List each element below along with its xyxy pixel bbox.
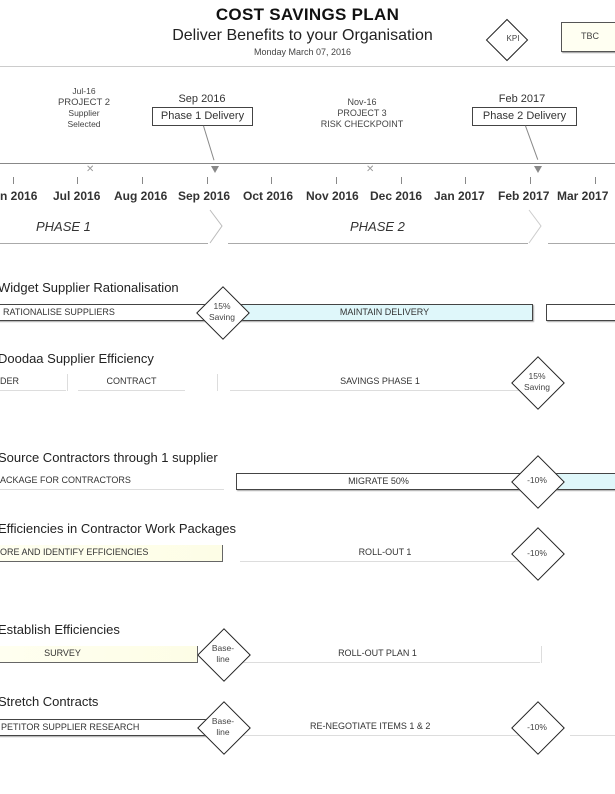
- axis-tick: [530, 177, 531, 184]
- page-title: COST SAVINGS PLAN: [215, 5, 400, 24]
- milestone-line: PROJECT 3: [337, 108, 387, 118]
- phase-1-line: [0, 243, 208, 244]
- milestone-date: Nov-16: [347, 97, 377, 107]
- month-label: Mar 2017: [557, 189, 609, 203]
- task-bar[interactable]: DER: [0, 374, 66, 391]
- kpi-caption: Saving: [524, 382, 550, 392]
- phase2-delivery-date: Feb 2017: [498, 93, 546, 105]
- phase-2-chevron-icon: [528, 209, 542, 244]
- month-label: Jun 2016: [0, 189, 38, 203]
- task-bar[interactable]: RATIONALISE SUPPLIERS: [0, 304, 210, 321]
- task-bar[interactable]: MIGRATE 50%: [236, 473, 521, 490]
- task-bar[interactable]: ORE AND IDENTIFY EFFICIENCIES: [0, 545, 223, 562]
- month-label: Nov 2016: [306, 189, 359, 203]
- month-label: Jul 2016: [53, 189, 101, 203]
- phase-1-chevron-icon: [209, 209, 223, 244]
- milestone-line: PROJECT 2: [57, 97, 111, 108]
- axis-tick: [207, 177, 208, 184]
- row-title: Source Contractors through 1 supplier: [0, 450, 218, 465]
- phase1-delivery-date: Sep 2016: [178, 93, 226, 105]
- bar-separator: [541, 646, 542, 663]
- kpi-value: -10%: [527, 548, 547, 558]
- axis-tick: [465, 177, 466, 184]
- row-title: Widget Supplier Rationalisation: [0, 280, 179, 295]
- phase1-delivery-callout[interactable]: Phase 1 Delivery: [152, 107, 253, 126]
- row-title: Efficiencies in Contractor Work Packages: [0, 521, 236, 536]
- row-title: Doodaa Supplier Efficiency: [0, 351, 154, 366]
- task-bar[interactable]: SAVINGS PHASE 1: [230, 374, 530, 391]
- kpi-caption: line: [216, 727, 230, 737]
- milestone-project2[interactable]: Jul-16 PROJECT 2 Supplier Selected: [54, 86, 114, 130]
- tbc-legend-label: TBC: [581, 31, 599, 41]
- month-label: Aug 2016: [114, 189, 168, 203]
- row-title: Stretch Contracts: [0, 694, 99, 709]
- task-bar-continuation: [570, 719, 615, 736]
- phase2-delivery-callout[interactable]: Phase 2 Delivery: [472, 107, 577, 126]
- timeline-axis: [0, 163, 615, 164]
- kpi-caption: line: [216, 654, 230, 664]
- task-bar[interactable]: ROLL-OUT 1: [240, 545, 530, 562]
- row-title: Establish Efficiencies: [0, 622, 120, 637]
- milestone-date: Jul-16: [72, 86, 96, 96]
- kpi-diamond-label: -10%: [511, 722, 563, 733]
- phase-1-label: PHASE 1: [36, 219, 91, 234]
- task-bar[interactable]: SURVEY: [0, 646, 198, 663]
- kpi-value: 15%: [528, 371, 546, 381]
- kpi-diamond-label: 15% Saving: [511, 371, 563, 393]
- kpi-diamond-label: -10%: [511, 475, 563, 486]
- task-bar[interactable]: ACKAGE FOR CONTRACTORS: [0, 473, 224, 490]
- kpi-value: Base-: [211, 716, 235, 726]
- month-label: Feb 2017: [498, 189, 550, 203]
- kpi-value: -10%: [527, 475, 547, 485]
- milestone-line: Selected: [67, 119, 101, 129]
- header-divider: [0, 66, 615, 67]
- phase-3-line: [548, 243, 615, 244]
- kpi-value: 15%: [213, 301, 231, 311]
- kpi-value: -10%: [527, 722, 547, 732]
- bar-separator: [67, 374, 68, 391]
- phase-2-label: PHASE 2: [350, 219, 405, 234]
- kpi-legend-label: KPI: [506, 34, 520, 43]
- axis-tick: [595, 177, 596, 184]
- project2-x-marker-icon: ✕: [86, 164, 95, 175]
- month-label: Sep 2016: [178, 189, 231, 203]
- axis-tick: [271, 177, 272, 184]
- phase2-leader-line: [525, 125, 539, 160]
- kpi-diamond-label: 15% Saving: [196, 301, 248, 323]
- task-bar[interactable]: [546, 304, 615, 321]
- milestone-line: Supplier: [68, 108, 100, 118]
- kpi-diamond-label: Base-line: [197, 716, 249, 738]
- month-label: Oct 2016: [243, 189, 294, 203]
- kpi-caption: Saving: [209, 312, 235, 322]
- axis-tick: [13, 177, 14, 184]
- axis-tick: [142, 177, 143, 184]
- task-bar[interactable]: MAINTAIN DELIVERY: [236, 304, 533, 321]
- axis-tick: [336, 177, 337, 184]
- axis-tick: [77, 177, 78, 184]
- phase2-triangle-marker-icon: [534, 166, 542, 173]
- task-bar[interactable]: CONTRACT: [78, 374, 185, 391]
- phase1-leader-line: [203, 125, 215, 161]
- kpi-diamond-label: -10%: [511, 548, 563, 559]
- phase-2-line: [228, 243, 528, 244]
- phase1-triangle-marker-icon: [211, 166, 219, 173]
- month-label: Jan 2017: [434, 189, 485, 203]
- milestone-project3[interactable]: Nov-16 PROJECT 3 RISK CHECKPOINT: [312, 97, 412, 130]
- task-bar[interactable]: RE-NEGOTIATE ITEMS 1 & 2: [240, 719, 530, 736]
- project3-x-marker-icon: ✕: [366, 164, 375, 175]
- kpi-diamond-label: Base-line: [197, 643, 249, 665]
- kpi-value: Base-: [211, 643, 235, 653]
- bar-separator: [217, 374, 218, 391]
- task-bar[interactable]: ROLL-OUT PLAN 1: [215, 646, 540, 663]
- month-label: Dec 2016: [370, 189, 423, 203]
- milestone-line: RISK CHECKPOINT: [320, 119, 404, 129]
- axis-tick: [401, 177, 402, 184]
- task-bar[interactable]: PETITOR SUPPLIER RESEARCH: [0, 719, 210, 736]
